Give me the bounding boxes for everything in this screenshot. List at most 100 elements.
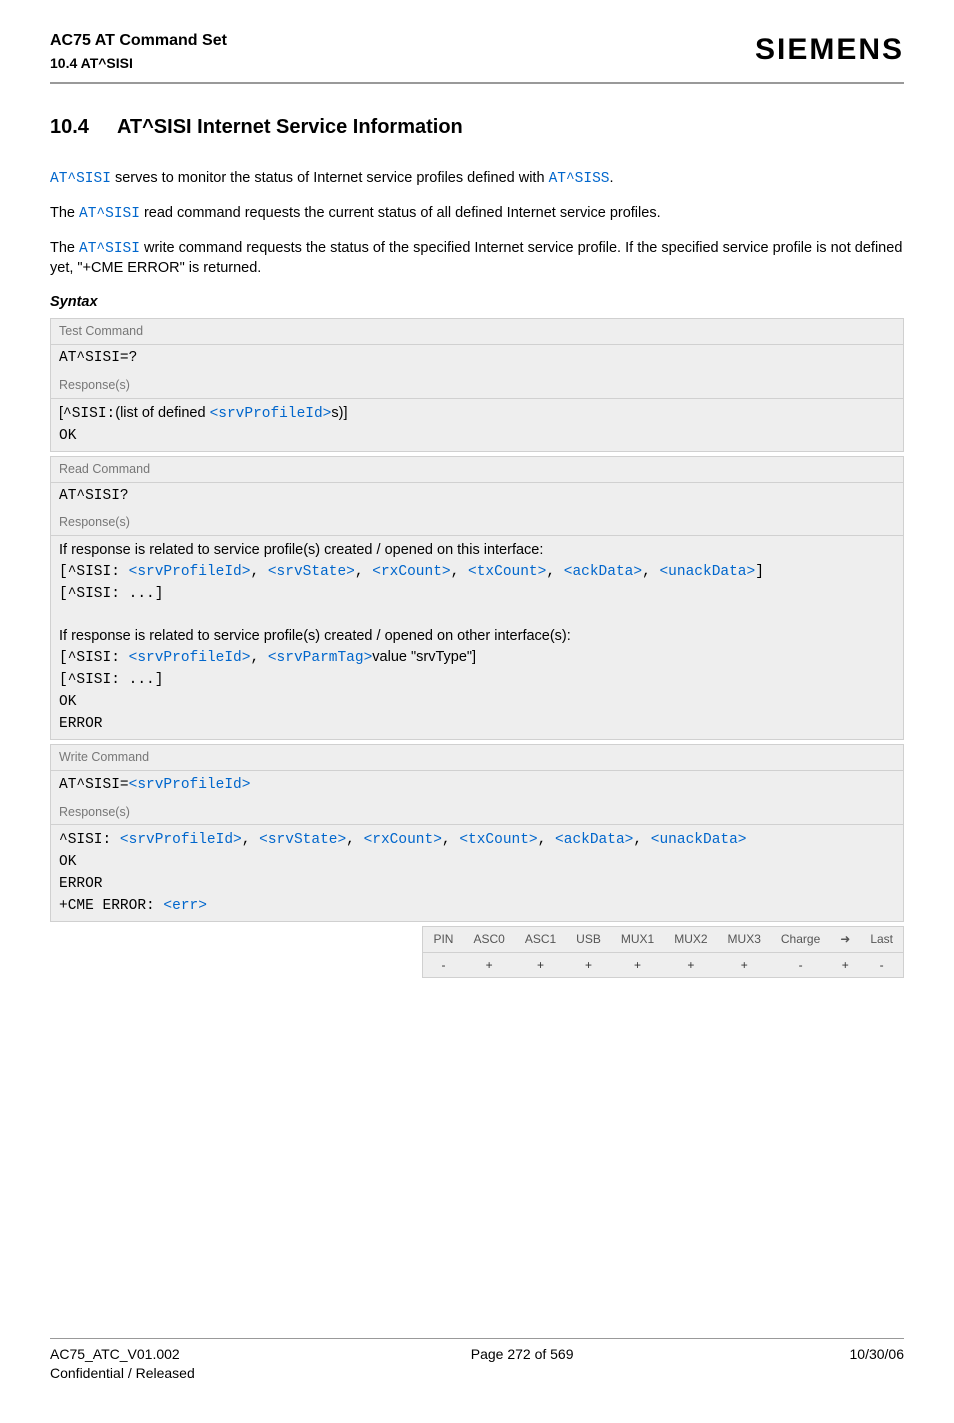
cap-val: - <box>771 952 830 977</box>
cap-val: + <box>718 952 771 977</box>
param-srvstate[interactable]: <srvState> <box>259 832 346 848</box>
link-at-sisi[interactable]: AT^SISI <box>50 171 111 187</box>
text: [ <box>59 650 68 666</box>
test-command-block: Test Command AT^SISI=? Response(s) [^SIS… <box>50 318 904 451</box>
cap-val: + <box>611 952 664 977</box>
sep: , <box>451 564 468 580</box>
intro-p2: The AT^SISI read command requests the cu… <box>50 204 904 225</box>
param-ackdata[interactable]: <ackData> <box>564 564 642 580</box>
confidentiality: Confidential / Released <box>50 1364 195 1383</box>
param-ackdata[interactable]: <ackData> <box>555 832 633 848</box>
cap-val: + <box>515 952 566 977</box>
param-rxcount[interactable]: <rxCount> <box>364 832 442 848</box>
cap-head: Charge <box>771 927 830 952</box>
sep: , <box>346 832 363 848</box>
test-command: AT^SISI=? <box>51 345 903 373</box>
cmd-prefix: AT^SISI= <box>59 777 129 793</box>
read-command-block: Read Command AT^SISI? Response(s) If res… <box>50 456 904 740</box>
param-srvparmtag[interactable]: <srvParmTag> <box>268 650 372 666</box>
doc-title: AC75 AT Command Set <box>50 30 227 52</box>
doc-id: AC75_ATC_V01.002 <box>50 1345 195 1364</box>
sep: , <box>355 564 372 580</box>
sep: , <box>642 564 659 580</box>
sep: , <box>250 564 267 580</box>
cap-value-row: - + + + + + + - + - <box>423 952 904 977</box>
read-command: AT^SISI? <box>51 483 903 511</box>
intro-p3: The AT^SISI write command requests the s… <box>50 239 904 279</box>
sep: , <box>442 832 459 848</box>
block-head: Read Command <box>51 457 903 483</box>
header-rule <box>50 82 904 84</box>
cme-error: +CME ERROR: <box>59 898 163 914</box>
cap-head: PIN <box>423 927 464 952</box>
cap-val: - <box>423 952 464 977</box>
cap-val: + <box>566 952 611 977</box>
text: . <box>609 170 613 186</box>
tag: ^SISI: <box>68 564 129 580</box>
param-err[interactable]: <err> <box>163 898 207 914</box>
block-head: Write Command <box>51 745 903 771</box>
page-footer: AC75_ATC_V01.002 Confidential / Released… <box>50 1338 904 1383</box>
sep: , <box>250 650 267 666</box>
text: The <box>50 205 79 221</box>
capability-table-wrap: PIN ASC0 ASC1 USB MUX1 MUX2 MUX3 Charge … <box>50 926 904 977</box>
text: ] <box>755 564 764 580</box>
doc-subtitle: 10.4 AT^SISI <box>50 54 227 73</box>
text: (list of defined <box>115 405 209 421</box>
cap-head: MUX2 <box>664 927 717 952</box>
capability-table: PIN ASC0 ASC1 USB MUX1 MUX2 MUX3 Charge … <box>422 926 904 977</box>
section-title: AT^SISI Internet Service Information <box>117 114 463 141</box>
param-srvstate[interactable]: <srvState> <box>268 564 355 580</box>
param-srvprofileid[interactable]: <srvProfileId> <box>129 777 251 793</box>
note: If response is related to service profil… <box>59 542 543 558</box>
param-rxcount[interactable]: <rxCount> <box>372 564 450 580</box>
error: ERROR <box>59 716 103 732</box>
param-txcount[interactable]: <txCount> <box>459 832 537 848</box>
cap-head: USB <box>566 927 611 952</box>
param-srvprofileid[interactable]: <srvProfileId> <box>129 650 251 666</box>
section-heading: 10.4 AT^SISI Internet Service Informatio… <box>50 114 904 141</box>
param-srvprofileid[interactable]: <srvProfileId> <box>120 832 242 848</box>
sep: , <box>546 564 563 580</box>
airplane-icon: ➜ <box>830 927 860 952</box>
response-head: Response(s) <box>51 510 903 536</box>
text: [ <box>59 564 68 580</box>
syntax-label: Syntax <box>50 293 904 313</box>
ok: OK <box>59 428 76 444</box>
text: serves to monitor the status of Internet… <box>111 170 549 186</box>
sep: , <box>633 832 650 848</box>
cap-head: MUX3 <box>718 927 771 952</box>
cap-head: MUX1 <box>611 927 664 952</box>
cap-header-row: PIN ASC0 ASC1 USB MUX1 MUX2 MUX3 Charge … <box>423 927 904 952</box>
text: read command requests the current status… <box>140 205 661 221</box>
link-at-sisi[interactable]: AT^SISI <box>79 206 140 222</box>
brand-logo: SIEMENS <box>755 30 904 71</box>
intro-p1: AT^SISI serves to monitor the status of … <box>50 169 904 190</box>
sep: , <box>538 832 555 848</box>
param-srvprofileid[interactable]: <srvProfileId> <box>129 564 251 580</box>
write-response: ^SISI: <srvProfileId>, <srvState>, <rxCo… <box>51 825 903 921</box>
link-at-siss[interactable]: AT^SISS <box>549 171 610 187</box>
cap-val: - <box>860 952 903 977</box>
param-txcount[interactable]: <txCount> <box>468 564 546 580</box>
text: s)] <box>331 405 347 421</box>
link-at-sisi[interactable]: AT^SISI <box>79 241 140 257</box>
tag: ^SISI: <box>59 832 120 848</box>
continuation: [^SISI: ...] <box>59 672 163 688</box>
text: The <box>50 240 79 256</box>
tag: ^SISI: <box>63 406 115 422</box>
ok: OK <box>59 694 76 710</box>
text: write command requests the status of the… <box>50 240 902 277</box>
read-response: If response is related to service profil… <box>51 536 903 739</box>
cap-val: + <box>463 952 514 977</box>
write-command-block: Write Command AT^SISI=<srvProfileId> Res… <box>50 744 904 922</box>
param-unackdata[interactable]: <unackData> <box>651 832 747 848</box>
response-head: Response(s) <box>51 373 903 399</box>
header-left: AC75 AT Command Set 10.4 AT^SISI <box>50 30 227 72</box>
tag: ^SISI: <box>68 650 129 666</box>
cap-val: + <box>664 952 717 977</box>
continuation: [^SISI: ...] <box>59 586 163 602</box>
text: value "srvType"] <box>372 649 476 665</box>
param-srvprofileid[interactable]: <srvProfileId> <box>210 406 332 422</box>
param-unackdata[interactable]: <unackData> <box>659 564 755 580</box>
